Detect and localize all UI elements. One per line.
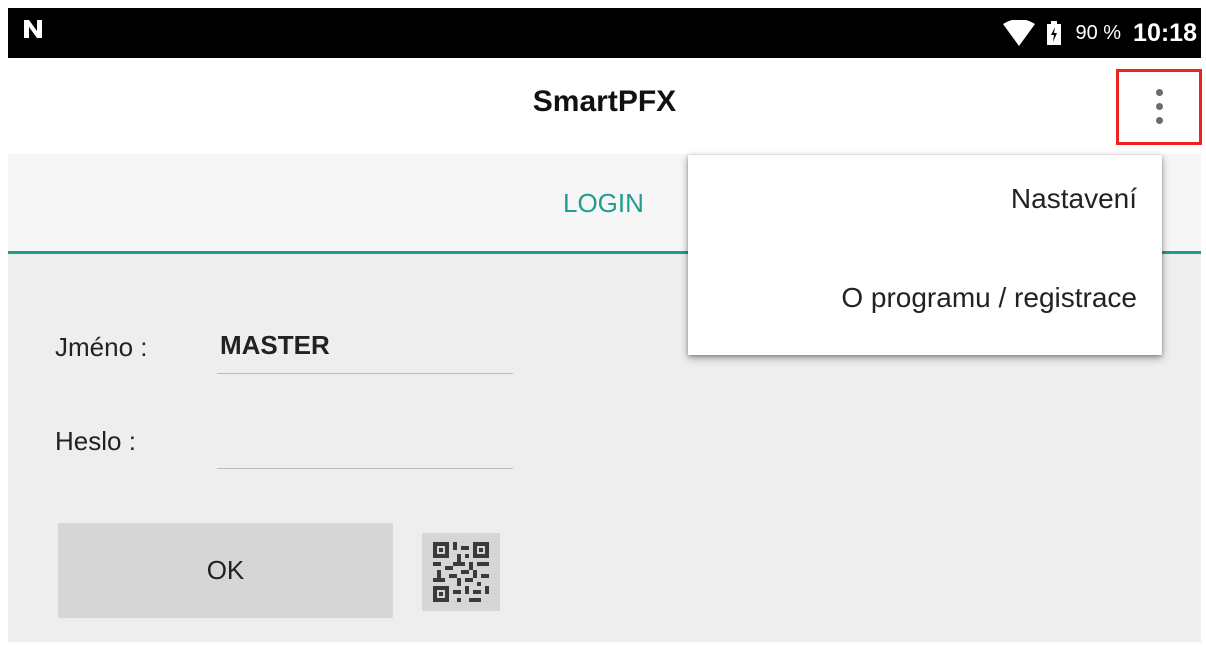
qr-scan-button[interactable] (422, 533, 500, 611)
more-vert-icon (1156, 89, 1163, 96)
password-underline (217, 468, 513, 469)
status-bar: 90 % 10:18 (8, 8, 1201, 58)
ok-button-label: OK (206, 555, 245, 585)
username-input[interactable]: MASTER (220, 330, 330, 361)
tab-login[interactable]: LOGIN (563, 188, 644, 219)
ok-button[interactable]: OK (58, 523, 393, 618)
overflow-popup-menu: Nastavení O programu / registrace (688, 155, 1162, 355)
password-label: Heslo : (55, 426, 136, 456)
more-vert-icon-dot (1156, 103, 1163, 110)
username-label: Jméno : (55, 332, 148, 362)
menu-item-about-registration[interactable]: O programu / registrace (841, 282, 1137, 314)
status-clock: 10:18 (1133, 18, 1197, 47)
wifi-icon (1003, 20, 1036, 46)
app-screen: 90 % 10:18 SmartPFX LOGIN Jméno : MASTER… (0, 0, 1206, 645)
username-underline (217, 373, 513, 374)
battery-percentage: 90 % (1075, 21, 1122, 44)
overflow-menu-button[interactable] (1116, 69, 1202, 145)
password-input[interactable] (220, 424, 516, 464)
app-bar: SmartPFX (8, 58, 1202, 154)
qr-code-icon (433, 542, 489, 602)
app-title: SmartPFX (532, 85, 677, 118)
battery-charging-icon (1047, 21, 1062, 45)
status-indicators: 90 % 10:18 (1003, 8, 1197, 58)
notification-n-icon (24, 20, 42, 38)
menu-item-settings[interactable]: Nastavení (1011, 183, 1137, 215)
more-vert-icon-dot (1156, 117, 1163, 124)
